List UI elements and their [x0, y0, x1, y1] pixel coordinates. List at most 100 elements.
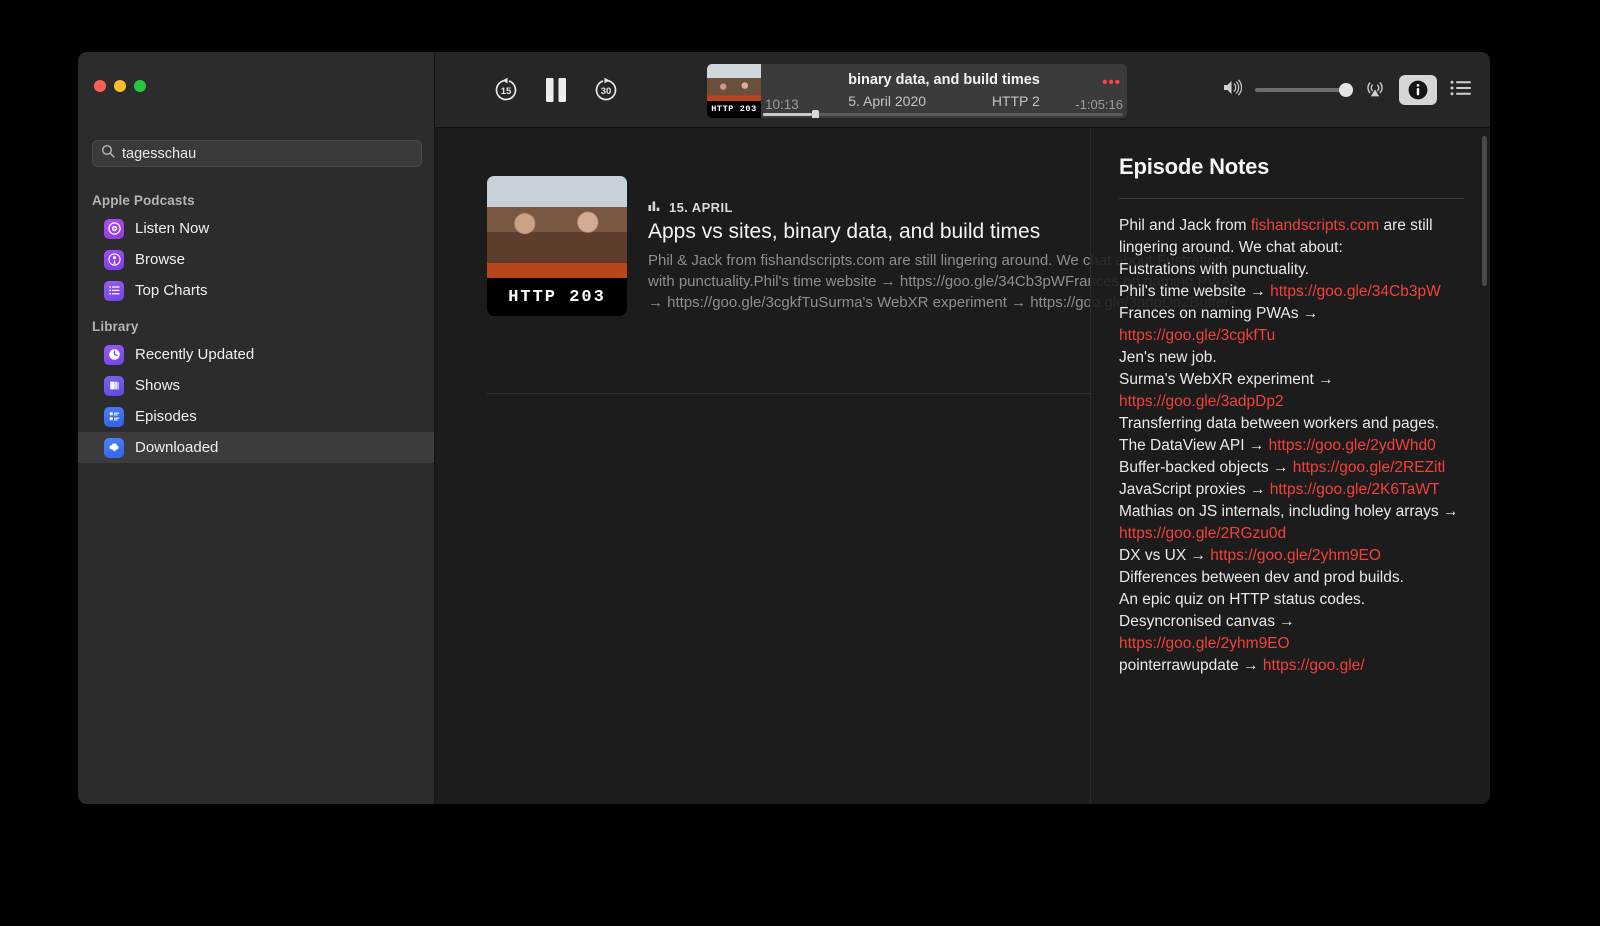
notes-text: Differences between dev and prod builds. [1119, 569, 1404, 586]
sidebar-item-label: Listen Now [135, 220, 210, 237]
now-playing-artwork: HTTP 203 [707, 64, 761, 118]
notes-text: Phil's time website → [1119, 283, 1271, 300]
notes-line: Phil's time website → https://goo.gle/34… [1119, 281, 1464, 303]
now-playing-date: 5. April 2020 [848, 93, 927, 109]
notes-line: Fustrations with punctuality. [1119, 259, 1464, 281]
remaining-time: -1:05:16 [1075, 97, 1123, 112]
search-input[interactable] [122, 145, 413, 162]
notes-line: Jen's new job. [1119, 347, 1464, 369]
playback-scrubber[interactable] [763, 110, 1123, 118]
svg-text:15: 15 [501, 86, 512, 97]
transport-controls: 15 30 [491, 52, 621, 128]
notes-scrollbar[interactable] [1482, 136, 1487, 286]
notes-link[interactable]: https://goo.gle/2REZitl [1293, 459, 1446, 476]
now-playing-show: HTTP 2 [991, 93, 1040, 109]
volume-slider[interactable] [1255, 83, 1353, 97]
notes-text: JavaScript proxies → [1119, 481, 1270, 498]
notes-line: JavaScript proxies → https://goo.gle/2K6… [1119, 479, 1464, 501]
sidebar-item-label: Episodes [135, 408, 197, 425]
notes-text: Surma's WebXR experiment → [1119, 371, 1334, 388]
notes-line: Frances on naming PWAs → https://goo.gle… [1119, 303, 1464, 347]
notes-text: Transferring data between workers and pa… [1119, 415, 1439, 432]
notes-text: Jen's new job. [1119, 349, 1217, 366]
notes-text: The DataView API → [1119, 437, 1269, 454]
toolbar-right-controls [1222, 52, 1472, 128]
notes-text: DX vs UX → [1119, 547, 1211, 564]
sidebar-item-label: Downloaded [135, 439, 219, 456]
notes-line: Buffer-backed objects → https://goo.gle/… [1119, 457, 1464, 479]
notes-link[interactable]: https://goo.gle/2yhm9EO [1119, 635, 1290, 652]
main-area: 15 30 HTTP 203 binary data, and build ti… [435, 52, 1490, 804]
notes-line: The DataView API → https://goo.gle/2ydWh… [1119, 435, 1464, 457]
sidebar-item-browse[interactable]: Browse [78, 244, 434, 275]
sidebar-item-label: Shows [135, 377, 181, 394]
notes-line: Mathias on JS internals, including holey… [1119, 501, 1464, 545]
search-icon [101, 144, 115, 163]
browse-icon [104, 249, 124, 270]
sidebar-item-label: Top Charts [135, 282, 208, 299]
playlist-icon[interactable] [1450, 80, 1472, 101]
notes-text: Desyncronised canvas → [1119, 613, 1295, 630]
sidebar-item-downloaded[interactable]: Downloaded [78, 432, 434, 463]
skip-forward-30-button[interactable]: 30 [591, 75, 621, 105]
sidebar-item-label: Browse [135, 251, 186, 268]
notes-text: Phil and Jack from [1119, 217, 1251, 234]
player-toolbar: 15 30 HTTP 203 binary data, and build ti… [435, 52, 1490, 128]
sidebar-item-recently-updated[interactable]: Recently Updated [78, 339, 434, 370]
episode-artwork[interactable]: HTTP 203 [487, 176, 627, 316]
shows-icon [104, 375, 124, 396]
sidebar-item-episodes[interactable]: Episodes [78, 401, 434, 432]
sidebar-item-top-charts[interactable]: Top Charts [78, 275, 434, 306]
notes-link[interactable]: fishandscripts.com [1251, 217, 1379, 234]
window-traffic-lights [94, 80, 146, 92]
search-field[interactable] [92, 140, 422, 167]
sidebar-item-shows[interactable]: Shows [78, 370, 434, 401]
svg-text:30: 30 [601, 86, 612, 97]
now-playing-subtitle: 5. April 2020 HTTP 2 [761, 93, 1127, 109]
now-playing-title: binary data, and build times [848, 72, 1040, 88]
artwork-caption: HTTP 203 [707, 100, 761, 118]
airplay-icon[interactable] [1364, 77, 1386, 104]
notes-line: Transferring data between workers and pa… [1119, 413, 1464, 435]
notes-link[interactable]: https://goo.gle/ [1263, 657, 1365, 674]
elapsed-time: 10:13 [765, 97, 799, 112]
equalizer-icon [648, 198, 662, 216]
notes-line: Phil and Jack from fishandscripts.com ar… [1119, 215, 1464, 259]
notes-link[interactable]: https://goo.gle/2ydWhd0 [1269, 437, 1436, 454]
clock-icon [104, 344, 124, 365]
notes-link[interactable]: https://goo.gle/2RGzu0d [1119, 525, 1286, 542]
notes-line: DX vs UX → https://goo.gle/2yhm9EO [1119, 545, 1464, 567]
notes-line: Surma's WebXR experiment → https://goo.g… [1119, 369, 1464, 413]
notes-line: An epic quiz on HTTP status codes. [1119, 589, 1464, 611]
volume-icon[interactable] [1222, 79, 1243, 101]
notes-line: Desyncronised canvas → https://goo.gle/2… [1119, 611, 1464, 655]
close-button[interactable] [94, 80, 106, 92]
notes-text: pointerrawupdate → [1119, 657, 1263, 674]
content-area: HTTP 203 15. APRIL Apps vs sites, binary… [435, 128, 1490, 804]
notes-text: An epic quiz on HTTP status codes. [1119, 591, 1366, 608]
minimize-button[interactable] [114, 80, 126, 92]
sidebar-item-label: Recently Updated [135, 346, 255, 363]
notes-link[interactable]: https://goo.gle/3cgkfTu [1119, 327, 1275, 344]
scrubber-knob[interactable] [811, 110, 819, 118]
sidebar-nav: Apple Podcasts Listen Now Browse Top Cha… [78, 187, 434, 463]
episode-notes-title: Episode Notes [1119, 154, 1270, 179]
section-header-apple-podcasts: Apple Podcasts [92, 193, 195, 208]
notes-line: pointerrawupdate → https://goo.gle/ [1119, 655, 1464, 677]
zoom-button[interactable] [134, 80, 146, 92]
episode-info-button[interactable] [1399, 75, 1437, 105]
now-playing-more-button[interactable]: ••• [1102, 74, 1121, 91]
section-header-library: Library [92, 319, 139, 334]
now-playing-widget[interactable]: HTTP 203 binary data, and build times 5.… [707, 64, 1127, 118]
skip-back-15-button[interactable]: 15 [491, 75, 521, 105]
top-charts-icon [104, 280, 124, 301]
notes-text: Mathias on JS internals, including holey… [1119, 503, 1459, 520]
notes-text: Fustrations with punctuality. [1119, 261, 1310, 278]
notes-link[interactable]: https://goo.gle/2yhm9EO [1210, 547, 1381, 564]
sidebar-item-listen-now[interactable]: Listen Now [78, 213, 434, 244]
notes-link[interactable]: https://goo.gle/2K6TaWT [1270, 481, 1440, 498]
volume-slider-knob[interactable] [1339, 83, 1353, 97]
notes-link[interactable]: https://goo.gle/34Cb3pW [1270, 283, 1441, 300]
notes-link[interactable]: https://goo.gle/3adpDp2 [1119, 393, 1284, 410]
pause-button[interactable] [543, 75, 569, 105]
